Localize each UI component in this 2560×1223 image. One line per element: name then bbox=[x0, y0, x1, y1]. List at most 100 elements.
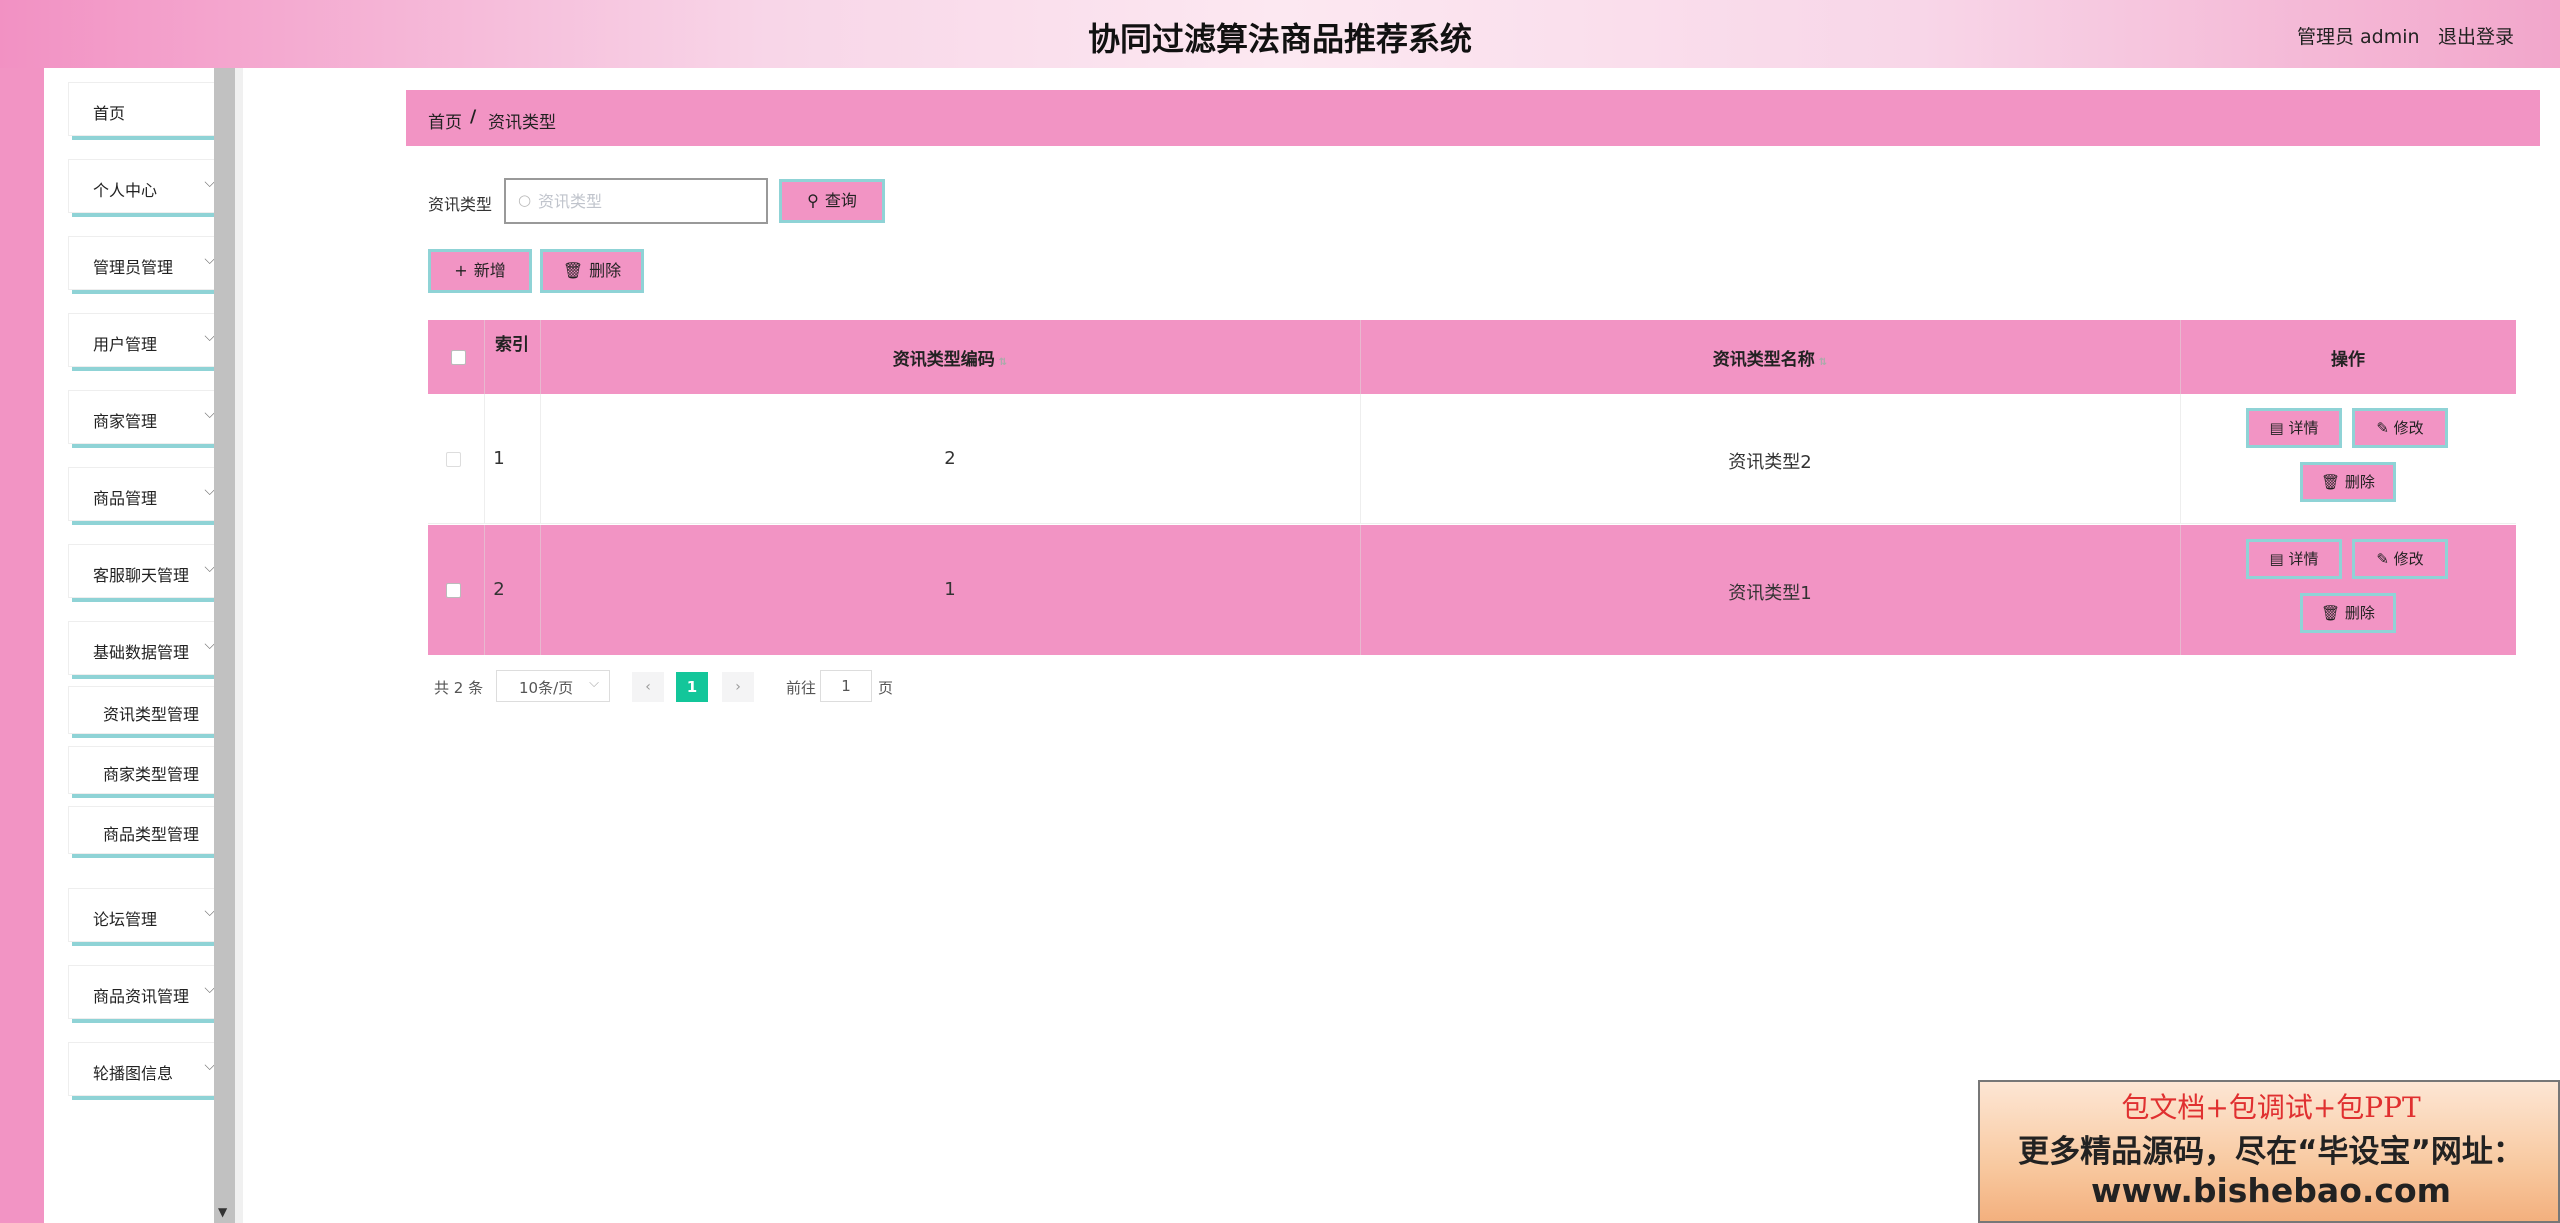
header-code[interactable]: 资讯类型编码 ⇅ bbox=[540, 345, 1360, 370]
edit-icon: ✎ bbox=[2376, 419, 2394, 437]
page-size-value: 10条/页 bbox=[519, 679, 574, 697]
edit-button[interactable]: ✎ 修改 bbox=[2352, 539, 2448, 579]
sidebar-subitem-label: 商品类型管理 bbox=[102, 825, 199, 844]
sidebar-item-label: 商品管理 bbox=[93, 489, 158, 508]
column-divider bbox=[540, 320, 541, 394]
promo-banner: 包文档+包调试+包PPT 更多精品源码，尽在“毕设宝”网址： www.bishe… bbox=[1978, 1080, 2560, 1223]
breadcrumb: 首页 / 资讯类型 bbox=[406, 90, 2540, 146]
app-title: 协同过滤算法商品推荐系统 bbox=[1087, 20, 1472, 58]
column-divider bbox=[484, 394, 485, 524]
cell-name: 资讯类型1 bbox=[1728, 583, 1812, 604]
sidebar-item-label: 个人中心 bbox=[93, 181, 158, 200]
header-name[interactable]: 资讯类型名称 ⇅ bbox=[1360, 345, 2180, 370]
promo-line-2: 更多精品源码，尽在“毕设宝”网址： bbox=[2018, 1134, 2524, 1170]
table-row: 2 1 资讯类型1 ▤ 详情 ✎ 修改 🗑 删除 bbox=[428, 525, 2516, 655]
sidebar-item-label: 基础数据管理 bbox=[93, 643, 190, 662]
scroll-down-icon[interactable]: ▼ bbox=[218, 1205, 227, 1219]
logout-link[interactable]: 退出登录 bbox=[2438, 22, 2514, 49]
cell-index: 1 bbox=[493, 448, 505, 469]
chevron-right-icon: › bbox=[735, 679, 741, 695]
edit-button[interactable]: ✎ 修改 bbox=[2352, 408, 2448, 448]
sidebar-item-carousel[interactable]: 轮播图信息 ⌵ bbox=[68, 1042, 232, 1096]
sidebar-item-forum[interactable]: 论坛管理 ⌵ bbox=[68, 888, 232, 942]
column-divider bbox=[540, 394, 541, 524]
query-button[interactable]: ⚲ 查询 bbox=[779, 179, 885, 223]
sidebar-item-basic-data[interactable]: 基础数据管理 ⌵ bbox=[68, 621, 232, 675]
sidebar-item-home[interactable]: 首页 bbox=[68, 82, 232, 136]
sidebar-item-label: 客服聊天管理 bbox=[93, 566, 190, 585]
breadcrumb-home[interactable]: 首页 bbox=[428, 108, 462, 133]
table-row: 1 2 资讯类型2 ▤ 详情 ✎ 修改 🗑 删除 bbox=[428, 394, 2516, 524]
detail-button[interactable]: ▤ 详情 bbox=[2246, 539, 2342, 579]
column-divider bbox=[484, 320, 485, 394]
page-size-select[interactable]: 10条/页 ⌵ bbox=[496, 670, 610, 702]
edit-label: 修改 bbox=[2393, 419, 2424, 437]
search-label: 资讯类型 bbox=[428, 195, 493, 214]
trash-icon: 🗑 bbox=[2321, 604, 2345, 622]
sidebar-item-label: 论坛管理 bbox=[93, 910, 158, 929]
trash-icon: 🗑 bbox=[562, 261, 584, 280]
detail-icon: ▤ bbox=[2269, 550, 2289, 568]
promo-url: www.bishebao.com bbox=[2090, 1171, 2452, 1210]
column-divider bbox=[484, 525, 485, 655]
sidebar-subitem-merchant-type[interactable]: 商家类型管理 bbox=[68, 746, 232, 794]
chevron-left-icon: ‹ bbox=[645, 679, 651, 695]
detail-label: 详情 bbox=[2288, 419, 2319, 437]
header-name-label: 资讯类型名称 bbox=[1712, 350, 1815, 370]
sort-icon[interactable]: ⇅ bbox=[999, 357, 1007, 368]
sidebar-item-product-info[interactable]: 商品资讯管理 ⌵ bbox=[68, 965, 232, 1019]
plus-icon: + bbox=[454, 261, 468, 280]
batch-delete-button[interactable]: 🗑 删除 bbox=[540, 249, 644, 293]
column-divider bbox=[1360, 320, 1361, 394]
column-divider bbox=[2180, 394, 2181, 524]
goto-page-input[interactable]: 1 bbox=[820, 670, 872, 702]
sidebar-item-user-management[interactable]: 用户管理 ⌵ bbox=[68, 313, 232, 367]
header-ops: 操作 bbox=[2331, 350, 2365, 370]
search-field[interactable]: ○ bbox=[504, 178, 768, 224]
sidebar-subitem-label: 资讯类型管理 bbox=[102, 705, 199, 724]
cell-code: 1 bbox=[944, 579, 956, 600]
sidebar-subitem-info-type[interactable]: 资讯类型管理 bbox=[68, 686, 232, 734]
column-divider bbox=[2180, 320, 2181, 394]
add-button[interactable]: + 新增 bbox=[428, 249, 532, 293]
edit-label: 修改 bbox=[2393, 550, 2424, 568]
search-icon: ⚲ bbox=[807, 191, 819, 210]
detail-button[interactable]: ▤ 详情 bbox=[2246, 408, 2342, 448]
sidebar-item-personal-center[interactable]: 个人中心 ⌵ bbox=[68, 159, 232, 213]
delete-button[interactable]: 🗑 删除 bbox=[2300, 593, 2396, 633]
chevron-down-icon: ⌵ bbox=[589, 676, 599, 691]
row-checkbox[interactable] bbox=[446, 452, 461, 467]
add-button-label: 新增 bbox=[473, 261, 506, 280]
header-code-label: 资讯类型编码 bbox=[892, 350, 995, 370]
sidebar-subitem-product-type[interactable]: 商品类型管理 bbox=[68, 806, 232, 854]
sidebar-item-label: 用户管理 bbox=[93, 335, 158, 354]
sidebar-item-label: 商家管理 bbox=[93, 412, 158, 431]
breadcrumb-current: 资讯类型 bbox=[488, 113, 556, 133]
sidebar-item-customer-chat[interactable]: 客服聊天管理 ⌵ bbox=[68, 544, 232, 598]
sidebar-item-label: 首页 bbox=[93, 104, 126, 123]
delete-button[interactable]: 🗑 删除 bbox=[2300, 462, 2396, 502]
sidebar-subitem-label: 商家类型管理 bbox=[102, 765, 199, 784]
header-index: 索引 bbox=[495, 335, 529, 355]
sidebar-item-admin-management[interactable]: 管理员管理 ⌵ bbox=[68, 236, 232, 290]
column-divider bbox=[540, 525, 541, 655]
next-page-button[interactable]: › bbox=[722, 672, 754, 702]
page-number-active[interactable]: 1 bbox=[676, 672, 708, 702]
column-divider bbox=[2180, 525, 2181, 655]
sidebar-scrollbar[interactable]: ▼ bbox=[214, 68, 235, 1223]
search-input[interactable] bbox=[538, 189, 758, 213]
cell-code: 2 bbox=[944, 448, 956, 469]
select-all-checkbox[interactable] bbox=[451, 350, 466, 365]
delete-button-label: 删除 bbox=[589, 261, 622, 280]
row-checkbox[interactable] bbox=[446, 583, 461, 598]
sidebar-item-merchant-management[interactable]: 商家管理 ⌵ bbox=[68, 390, 232, 444]
table-header: 索引 资讯类型编码 ⇅ 资讯类型名称 ⇅ 操作 bbox=[428, 320, 2516, 394]
top-header: 协同过滤算法商品推荐系统 管理员 admin 退出登录 bbox=[0, 0, 2560, 68]
prev-page-button[interactable]: ‹ bbox=[632, 672, 664, 702]
sidebar-item-product-management[interactable]: 商品管理 ⌵ bbox=[68, 467, 232, 521]
sidebar-item-label: 商品资讯管理 bbox=[93, 987, 190, 1006]
column-divider bbox=[1360, 394, 1361, 524]
column-divider bbox=[1360, 525, 1361, 655]
sort-icon[interactable]: ⇅ bbox=[1819, 357, 1827, 368]
sidebar-item-label: 轮播图信息 bbox=[93, 1064, 174, 1083]
